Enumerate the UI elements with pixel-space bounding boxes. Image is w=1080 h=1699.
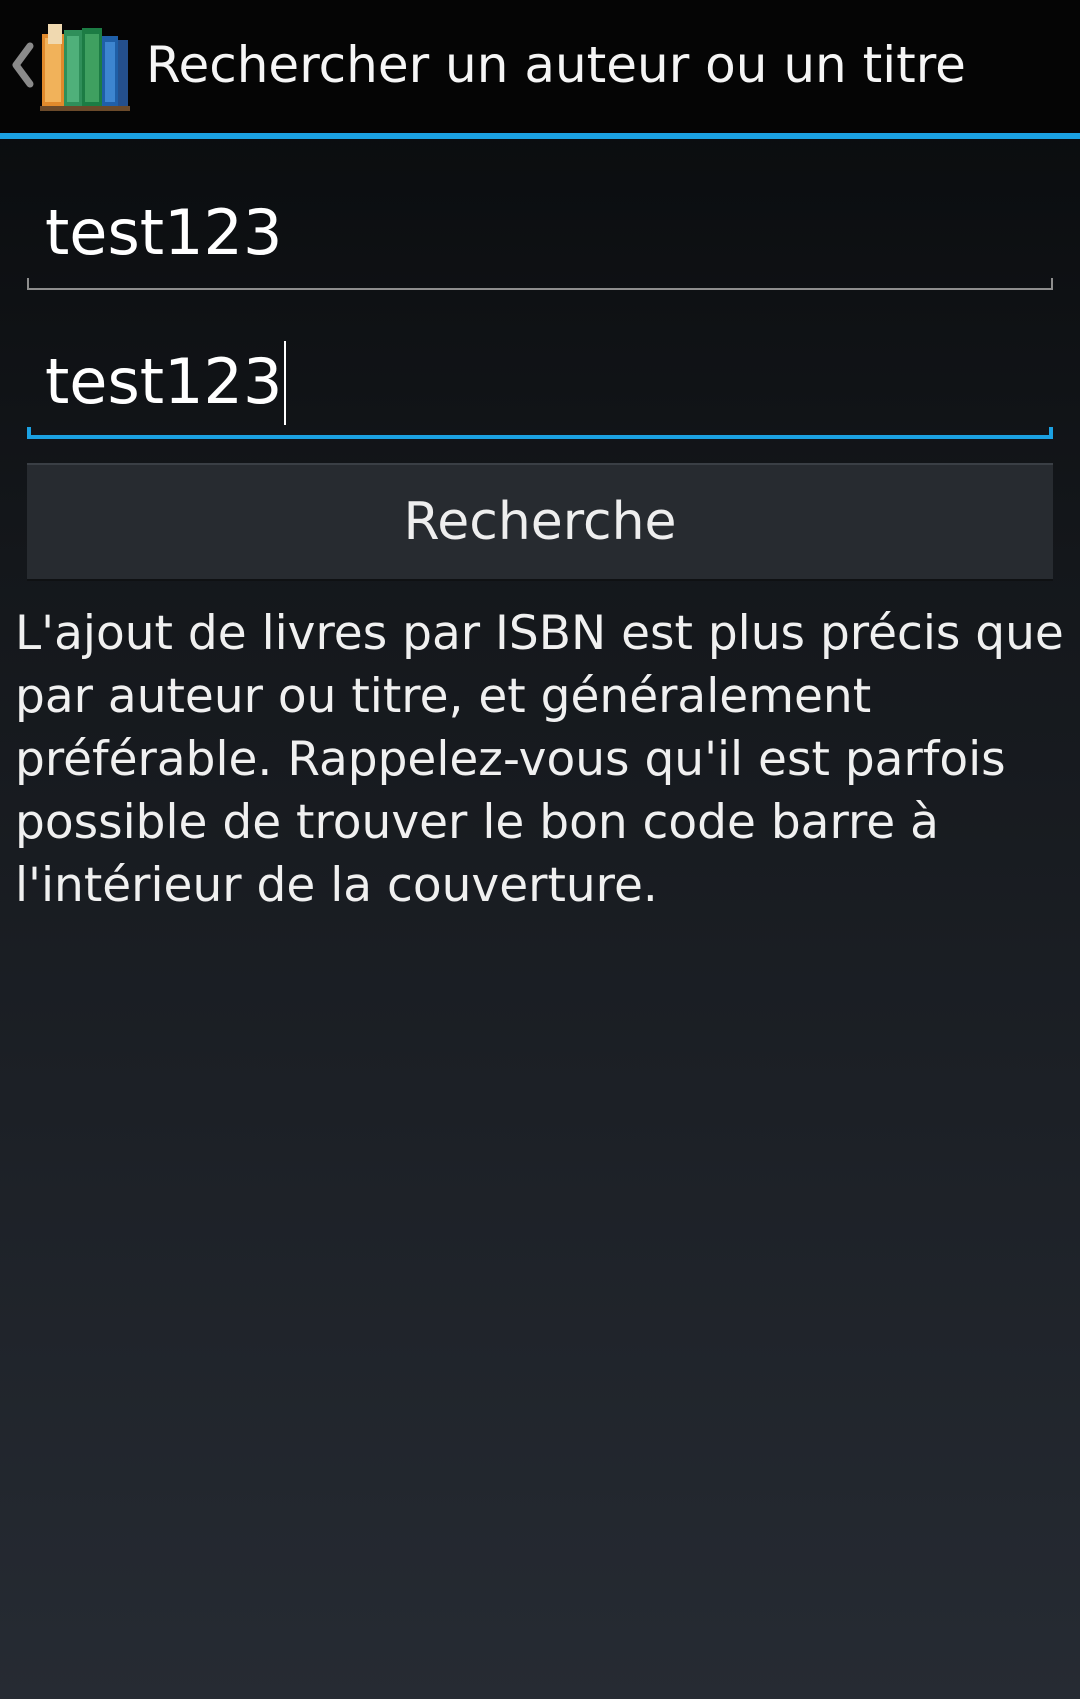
title-field-tick-right bbox=[1049, 427, 1053, 439]
chevron-left-icon bbox=[12, 42, 34, 88]
text-cursor bbox=[284, 341, 287, 425]
action-bar: Rechercher un auteur ou un titre bbox=[0, 0, 1080, 133]
search-button[interactable]: Recherche bbox=[27, 463, 1053, 581]
up-navigation-button[interactable] bbox=[0, 0, 135, 133]
author-field-tick-left bbox=[27, 278, 29, 290]
title-field-value: test123 bbox=[45, 345, 283, 418]
author-field-underline bbox=[27, 288, 1053, 290]
isbn-help-text: L'ajout de livres par ISBN est plus préc… bbox=[15, 606, 1064, 913]
search-button-label: Recherche bbox=[403, 492, 677, 552]
author-field-value: test123 bbox=[45, 196, 283, 269]
author-field[interactable]: test123 bbox=[27, 180, 1053, 290]
title-field[interactable]: test123 bbox=[27, 329, 1053, 439]
title-field-tick-left bbox=[27, 427, 31, 439]
action-bar-divider bbox=[0, 133, 1080, 139]
title-field-underline bbox=[27, 435, 1053, 439]
bookshelf-icon bbox=[40, 24, 130, 111]
title-field-text: test123 bbox=[45, 341, 287, 425]
author-field-tick-right bbox=[1051, 278, 1053, 290]
page-title: Rechercher un auteur ou un titre bbox=[146, 36, 966, 94]
